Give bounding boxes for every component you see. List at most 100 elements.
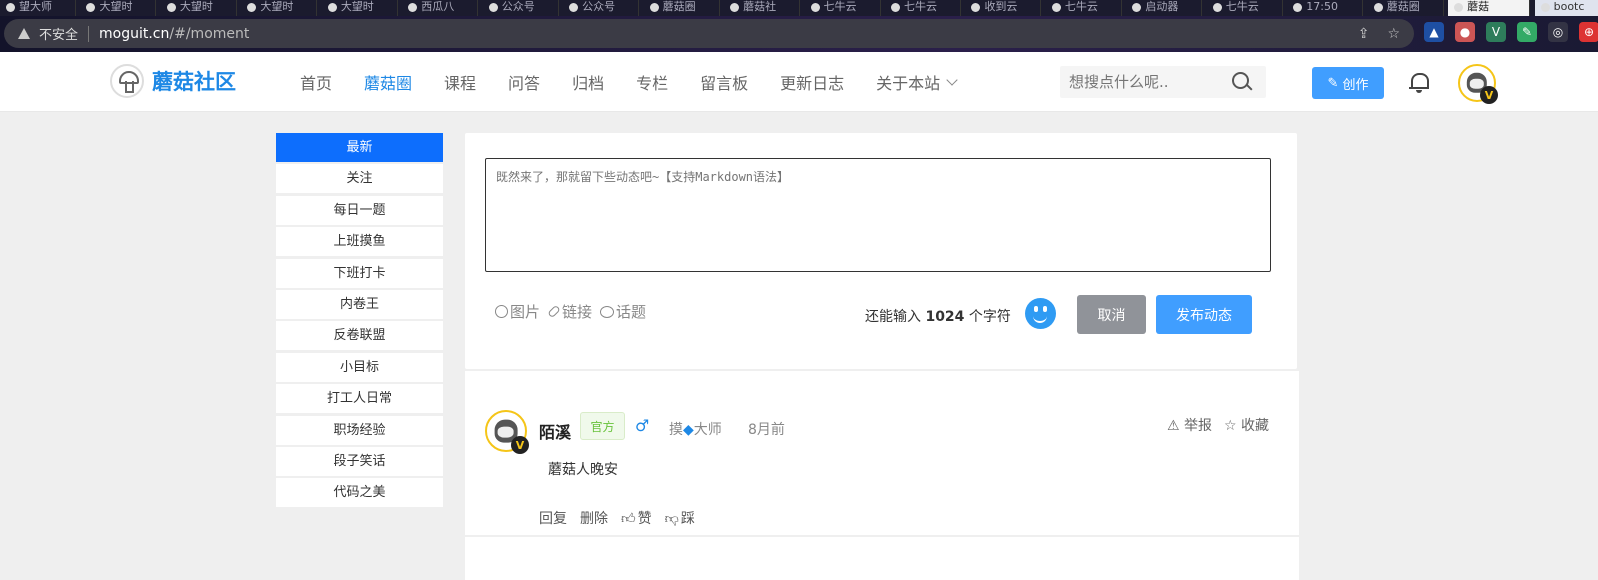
chevron-down-icon [946, 74, 958, 86]
security-label[interactable]: 不安全 [39, 24, 78, 43]
extension-icon[interactable]: ◎ [1548, 22, 1568, 42]
browser-tab-active[interactable]: 蘑菇 [1448, 0, 1531, 16]
sidebar-item-jokes[interactable]: 段子笑话 [276, 446, 443, 476]
nav-about[interactable]: 关于本站 [876, 70, 958, 94]
browser-tab[interactable]: 七牛云 [885, 0, 961, 16]
emoji-picker-icon[interactable] [1025, 298, 1056, 329]
vip-badge: V [1480, 86, 1498, 104]
tab-favicon-icon [6, 2, 15, 12]
sidebar-item-anti-involution[interactable]: 反卷联盟 [276, 321, 443, 351]
moment-post: V 陌溪 官方 ♂ 摸◆大师 8月前 ⚠ 举报 ☆ 收藏 蘑菇人晚安 回复 删除… [465, 371, 1299, 535]
favorite-button[interactable]: ☆ 收藏 [1224, 415, 1269, 435]
browser-tab[interactable]: 收到云 [965, 0, 1042, 16]
address-bar[interactable]: 不安全 moguit.cn/#/moment ⇪ ☆ [4, 19, 1414, 48]
search-input[interactable] [1060, 67, 1225, 97]
extension-icon[interactable]: ✎ [1517, 22, 1537, 42]
browser-tab[interactable]: 公众号 [563, 0, 640, 16]
post-time: 8月前 [748, 422, 785, 438]
search-icon[interactable] [1231, 71, 1253, 93]
tab-favicon-icon [1540, 2, 1550, 12]
level-suffix: 大师 [693, 422, 722, 438]
divider [88, 25, 90, 42]
reply-button[interactable]: 回复 [539, 508, 567, 528]
report-button[interactable]: ⚠ 举报 [1167, 415, 1212, 435]
image-icon [495, 305, 508, 318]
browser-tab[interactable]: 七牛云 [1046, 0, 1122, 16]
create-button[interactable]: ✎ 创作 [1312, 67, 1384, 99]
nav-qa[interactable]: 问答 [508, 70, 540, 94]
share-icon[interactable]: ⇪ [1358, 26, 1370, 42]
sidebar-item-clock-out[interactable]: 下班打卡 [276, 258, 443, 288]
sidebar-item-daily-question[interactable]: 每日一题 [276, 195, 443, 225]
vue-devtools-icon[interactable]: V [1486, 22, 1506, 42]
browser-tab[interactable]: 西瓜八 [402, 0, 479, 16]
browser-tab-label: 大望时 [179, 0, 213, 13]
browser-tab[interactable]: 蘑菇社 [724, 0, 801, 16]
sidebar-item-worker-daily[interactable]: 打工人日常 [276, 384, 443, 414]
browser-tab[interactable]: 蘑菇圈 [644, 0, 720, 16]
extension-icon[interactable]: ⊕ [1579, 22, 1598, 42]
nav-moment[interactable]: 蘑菇圈 [364, 70, 412, 94]
browser-tab-label: 蘑菇 [1467, 0, 1490, 13]
tab-favicon-icon [730, 2, 740, 12]
sidebar-item-involution-king[interactable]: 内卷王 [276, 289, 443, 319]
sidebar-item-small-goals[interactable]: 小目标 [276, 352, 443, 382]
tab-favicon-icon [86, 2, 96, 12]
url-text[interactable]: moguit.cn/#/moment [99, 26, 249, 42]
browser-tab-label: 公众号 [501, 0, 535, 13]
insert-image-button[interactable]: 图片 [495, 301, 540, 322]
composer-tools: 图片 链接 话题 [495, 301, 646, 322]
browser-tab[interactable]: 七牛云 [805, 0, 881, 16]
tab-favicon-icon [810, 2, 820, 12]
extension-icon[interactable]: ● [1455, 22, 1475, 42]
delete-button[interactable]: 删除 [580, 508, 608, 528]
browser-tab[interactable]: bootc [1534, 0, 1598, 16]
bookmark-star-icon[interactable]: ☆ [1387, 26, 1400, 42]
next-post-card [465, 537, 1299, 580]
dislike-button[interactable]: 👎︎ 踩 [665, 508, 695, 528]
browser-tab[interactable]: 大望时 [322, 0, 398, 16]
browser-tab-strip: 望大师 大望时 大望时 大望时 大望时 西瓜八 公众号 公众号 蘑菇圈 蘑菇社 … [0, 0, 1598, 16]
author-name[interactable]: 陌溪 [539, 419, 571, 443]
sidebar-item-career[interactable]: 职场经验 [276, 415, 443, 445]
nav-archive[interactable]: 归档 [572, 70, 604, 94]
publish-button[interactable]: 发布动态 [1156, 295, 1252, 334]
user-avatar[interactable]: V [1458, 64, 1498, 104]
browser-tab-label: 西瓜八 [421, 0, 455, 13]
nav-home[interactable]: 首页 [300, 70, 332, 94]
tab-favicon-icon [649, 2, 659, 12]
sidebar-item-following[interactable]: 关注 [276, 164, 443, 194]
cancel-button[interactable]: 取消 [1077, 295, 1146, 334]
fish-icon: ◆ [683, 422, 694, 438]
sidebar-item-slacking[interactable]: 上班摸鱼 [276, 227, 443, 257]
bell-icon[interactable] [1409, 71, 1429, 93]
nav-courses[interactable]: 课程 [444, 70, 476, 94]
browser-tab[interactable]: 大望时 [80, 0, 157, 16]
sidebar-item-latest[interactable]: 最新 [276, 133, 443, 162]
insert-topic-button[interactable]: 话题 [600, 301, 646, 322]
browser-tab[interactable]: 大望时 [241, 0, 318, 16]
sidebar-item-code-beauty[interactable]: 代码之美 [276, 478, 443, 508]
nav-columns[interactable]: 专栏 [636, 70, 668, 94]
browser-tab[interactable]: 公众号 [483, 0, 559, 16]
browser-tab[interactable]: 17:50 [1287, 0, 1364, 16]
browser-tab[interactable]: 大望时 [161, 0, 237, 16]
nav-changelog[interactable]: 更新日志 [780, 70, 844, 94]
tab-favicon-icon [569, 2, 579, 12]
browser-tab[interactable]: 望大师 [0, 0, 76, 16]
author-avatar[interactable]: V [485, 410, 529, 454]
browser-tab[interactable]: 七牛云 [1207, 0, 1283, 16]
browser-tab-label: 望大师 [19, 0, 52, 13]
char-counter: 还能输入 1024 个字符 [865, 306, 1011, 326]
browser-tab[interactable]: 启动器 [1126, 0, 1203, 16]
browser-tab-label: 蘑菇圈 [1386, 0, 1420, 13]
browser-tab[interactable]: 蘑菇圈 [1368, 0, 1444, 16]
site-logo[interactable]: 蘑菇社区 [110, 64, 236, 98]
insert-link-button[interactable]: 链接 [547, 301, 592, 322]
moment-textarea[interactable] [485, 158, 1271, 272]
extension-icon[interactable]: ▲ [1424, 22, 1444, 42]
like-button[interactable]: 👍︎ 赞 [621, 508, 652, 528]
tab-favicon-icon [1051, 2, 1061, 12]
nav-guestbook[interactable]: 留言板 [700, 70, 748, 94]
browser-tab-label: 启动器 [1145, 0, 1179, 13]
